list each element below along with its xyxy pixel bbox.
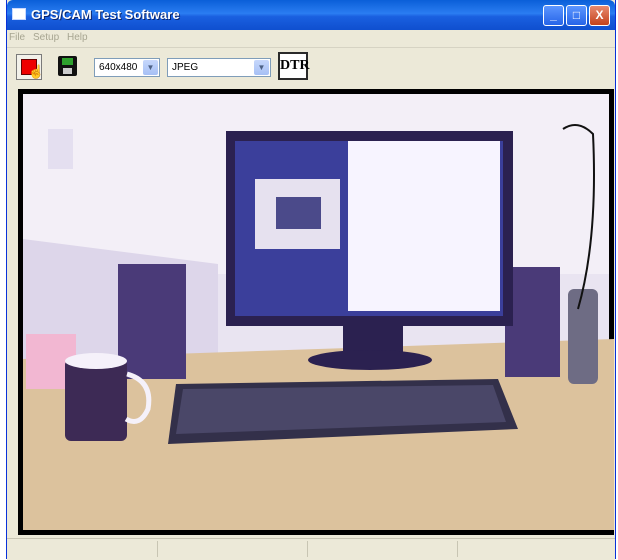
camera-view: [18, 89, 614, 535]
floppy-disk-icon: [62, 58, 73, 65]
format-value: JPEG: [172, 62, 199, 73]
save-button[interactable]: [58, 56, 77, 76]
status-bar: [7, 538, 615, 560]
record-button[interactable]: ☝: [16, 54, 45, 80]
app-window: GPS/CAM Test Software _ □ X File Setup H…: [6, 0, 616, 560]
dtr-button[interactable]: DTR: [278, 52, 310, 80]
menu-help[interactable]: Help: [67, 32, 88, 43]
title-bar[interactable]: GPS/CAM Test Software _ □ X: [7, 0, 615, 30]
app-icon: [12, 8, 26, 20]
format-select[interactable]: JPEG ▼: [167, 58, 271, 77]
menu-bar: File Setup Help: [7, 30, 615, 48]
status-pane: [307, 541, 457, 557]
resolution-value: 640x480: [99, 62, 138, 73]
camera-frame: [23, 94, 614, 530]
status-pane: [457, 541, 607, 557]
maximize-button[interactable]: □: [566, 5, 587, 26]
toolbar: ☝ 640x480 ▼ JPEG ▼ DTR: [7, 48, 615, 90]
chevron-down-icon[interactable]: ▼: [143, 60, 158, 75]
minimize-button[interactable]: _: [543, 5, 564, 26]
window-title: GPS/CAM Test Software: [31, 7, 180, 22]
resolution-select[interactable]: 640x480 ▼: [94, 58, 160, 77]
hand-cursor-icon: ☝: [28, 64, 45, 79]
menu-file[interactable]: File: [9, 32, 25, 43]
chevron-down-icon[interactable]: ▼: [254, 60, 269, 75]
status-pane: [157, 541, 307, 557]
menu-setup[interactable]: Setup: [33, 32, 59, 43]
close-button[interactable]: X: [589, 5, 610, 26]
